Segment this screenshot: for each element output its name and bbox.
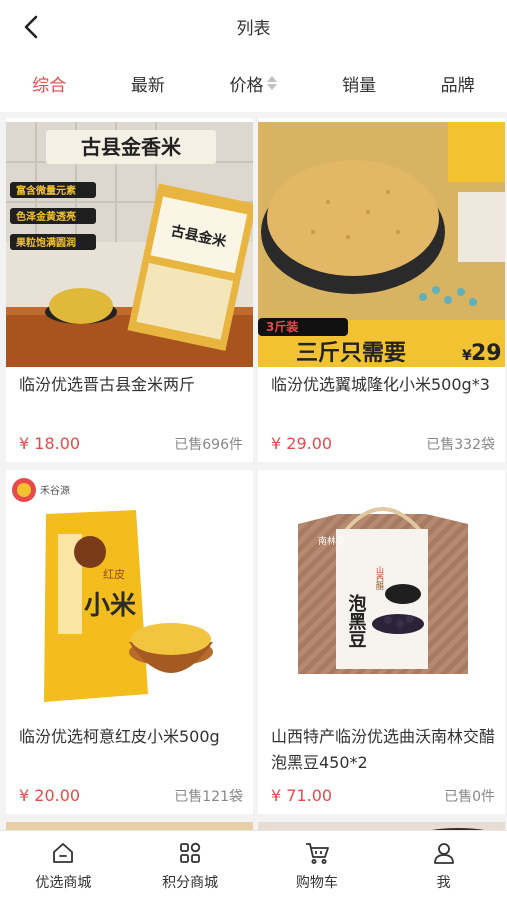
product-name: 临汾优选晋古县金米两斤	[19, 375, 196, 394]
feature-tag: 富含微量元素	[16, 184, 76, 197]
product-price: ¥ 29.00	[271, 434, 333, 453]
sort-tab-label: 最新	[130, 75, 165, 96]
product-sold: 已售121袋	[174, 789, 243, 805]
nav-item-cart[interactable]: 购物车	[254, 831, 381, 900]
nav-item-me[interactable]: 我	[380, 831, 507, 900]
sort-bar: 综合 最新 价格 销量 品牌	[0, 54, 507, 112]
nav-label: 购物车	[295, 874, 338, 891]
home-icon	[50, 840, 76, 866]
nav-item-home[interactable]: 优选商城	[0, 831, 127, 900]
product-image: 古县金香米 富含微量元素 色泽金黄透亮 果粒饱满圆润 古县金米	[6, 122, 253, 367]
nav-label: 我	[436, 874, 451, 891]
product-sold: 已售696件	[174, 437, 243, 453]
sort-tab-label: 销量	[342, 75, 377, 96]
product-image: 3斤装 三斤只需要 ¥ 29	[258, 122, 505, 367]
sort-tab-comprehensive[interactable]: 综合	[32, 71, 66, 96]
product-price: ¥ 20.00	[19, 786, 81, 805]
sort-tab-label: 价格	[229, 75, 264, 96]
brand-logo-text: 禾谷源	[40, 484, 70, 497]
box-title: 泡黑豆	[346, 593, 367, 648]
product-name: 山西特产临汾优选曲沃南林交醋泡黑豆450*2	[271, 727, 496, 772]
nav-item-points-mall[interactable]: 积分商城	[127, 831, 254, 900]
product-grid: 古县金香米 富含微量元素 色泽金黄透亮 果粒饱满圆润 古县金米 临汾优选晋古县金…	[6, 118, 505, 842]
product-price: ¥ 71.00	[271, 786, 333, 805]
product-sold: 已售332袋	[426, 437, 495, 453]
banner-text: 古县金香米	[81, 135, 182, 159]
sort-tab-brand[interactable]: 品牌	[441, 71, 475, 96]
product-price: ¥ 18.00	[19, 434, 81, 453]
brand-text: 南林交	[318, 535, 345, 547]
feature-tag: 果粒饱满圆润	[15, 236, 76, 249]
nav-label: 积分商城	[162, 874, 219, 891]
sort-tab-sales[interactable]: 销量	[342, 71, 376, 96]
sort-arrows-icon	[267, 76, 278, 90]
bag-subtext: 红皮	[103, 568, 125, 581]
sort-tab-price[interactable]: 价格	[229, 71, 278, 96]
product-name: 临汾优选柯意红皮小米500g	[19, 727, 220, 746]
box-side-label: 山西醋	[376, 565, 385, 591]
nav-label: 优选商城	[35, 874, 92, 891]
product-name: 临汾优选翼城隆化小米500g*3	[271, 375, 490, 394]
product-card[interactable]: 3斤装 三斤只需要 ¥ 29 临汾优选翼城隆化小米500g*3 ¥ 29.00 …	[258, 118, 505, 462]
product-image: 禾谷源 小米 红皮	[6, 474, 253, 719]
page-title: 列表	[236, 19, 271, 39]
product-card[interactable]: 禾谷源 小米 红皮 临汾优选柯意红皮小米500g ¥ 20.00 已售121袋	[6, 470, 253, 814]
sort-tab-label: 综合	[32, 75, 67, 96]
cart-icon	[304, 840, 330, 866]
product-sold: 已售0件	[444, 789, 495, 805]
promo-price: 29	[471, 341, 502, 366]
bag-text: 小米	[84, 591, 136, 621]
bottom-nav: 优选商城 积分商城 购物车 我	[0, 830, 507, 900]
product-card[interactable]: 古县金香米 富含微量元素 色泽金黄透亮 果粒饱满圆润 古县金米 临汾优选晋古县金…	[6, 118, 253, 462]
sort-tab-newest[interactable]: 最新	[131, 71, 165, 96]
promo-text: 三斤只需要	[296, 341, 406, 366]
user-icon	[431, 840, 457, 866]
header: 列表	[0, 0, 507, 54]
product-image: 南林交 泡黑豆 山西醋	[258, 474, 505, 719]
grid-icon	[177, 840, 203, 866]
product-card[interactable]: 南林交 泡黑豆 山西醋 山西特产临汾优选曲沃南林交醋泡黑豆450*2 ¥ 71.…	[258, 470, 505, 814]
sort-tab-label: 品牌	[440, 75, 475, 96]
promo-tag: 3斤装	[266, 319, 298, 334]
feature-tag: 色泽金黄透亮	[16, 210, 76, 223]
